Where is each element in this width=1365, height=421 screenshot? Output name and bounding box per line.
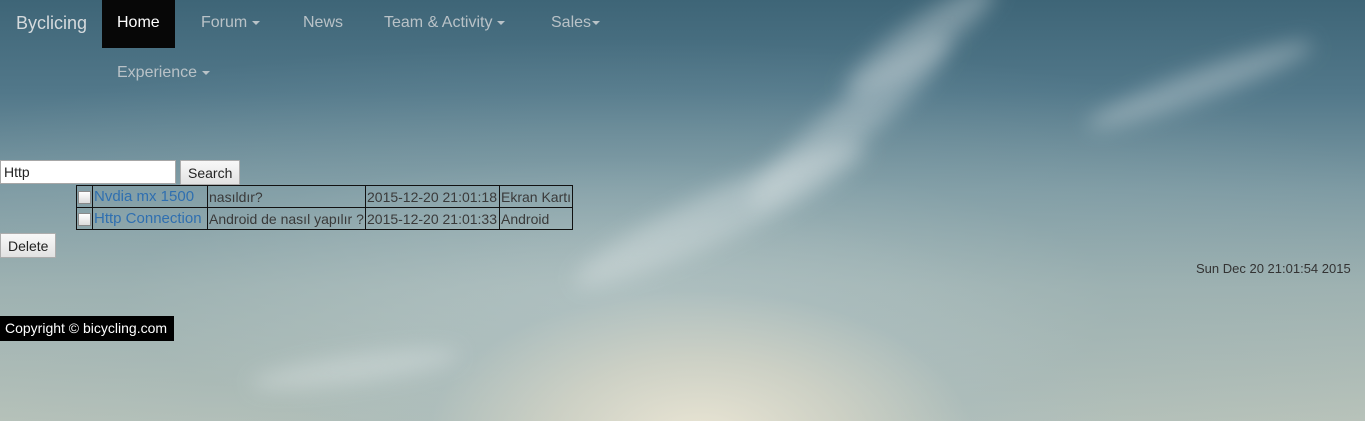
cloud-wisp xyxy=(1082,29,1318,141)
row-checkbox[interactable] xyxy=(78,191,91,205)
post-description: Android de nasıl yapılır ? xyxy=(207,207,366,230)
post-category: Ekran Kartı xyxy=(498,185,574,208)
post-title-link[interactable]: Nvdia mx 1500 xyxy=(94,188,194,205)
nav-news[interactable]: News xyxy=(303,0,343,48)
cloud-wisp xyxy=(735,21,965,224)
nav-news-label: News xyxy=(303,14,344,31)
nav-home-label: Home xyxy=(117,14,160,31)
post-category: Android xyxy=(498,207,574,230)
row-checkbox-cell xyxy=(76,185,93,208)
post-date: 2015-12-20 21:01:18 xyxy=(365,185,500,208)
nav-experience-label: Experience xyxy=(117,64,198,81)
nav-sales-label: Sales xyxy=(551,14,592,31)
chevron-down-icon xyxy=(592,20,601,25)
footer-copyright: Copyright © bicycling.com xyxy=(0,316,174,341)
brand-link[interactable]: Byclicing xyxy=(0,0,102,48)
chevron-down-icon xyxy=(252,20,261,25)
nav-home[interactable]: Home xyxy=(102,0,175,48)
table-row: Nvdia mx 1500 nasıldır? 2015-12-20 21:01… xyxy=(76,185,574,208)
search-button[interactable]: Search xyxy=(180,160,241,185)
post-title-link[interactable]: Http Connection xyxy=(94,210,202,227)
post-title-cell: Nvdia mx 1500 xyxy=(92,185,208,208)
posts-table: Nvdia mx 1500 nasıldır? 2015-12-20 21:01… xyxy=(76,185,574,230)
table-row: Http Connection Android de nasıl yapılır… xyxy=(76,207,574,230)
delete-button[interactable]: Delete xyxy=(0,233,57,258)
row-checkbox[interactable] xyxy=(78,213,91,227)
nav-team-activity-label: Team & Activity xyxy=(384,14,493,31)
post-description: nasıldır? xyxy=(207,185,366,208)
chevron-down-icon xyxy=(202,70,211,75)
nav-sales[interactable]: Sales xyxy=(551,0,601,48)
cloud-wisp xyxy=(564,124,876,306)
nav-team-activity[interactable]: Team & Activity xyxy=(384,0,506,48)
post-title-cell: Http Connection xyxy=(92,207,208,230)
search-input[interactable] xyxy=(0,160,176,184)
nav-forum[interactable]: Forum xyxy=(201,0,261,48)
chevron-down-icon xyxy=(497,20,506,25)
cloud-wisp xyxy=(834,0,1006,109)
row-checkbox-cell xyxy=(76,207,93,230)
post-date: 2015-12-20 21:01:33 xyxy=(365,207,500,230)
cloud-wisp xyxy=(249,340,461,398)
current-datetime: Sun Dec 20 21:01:54 2015 xyxy=(1196,261,1351,276)
nav-experience[interactable]: Experience xyxy=(117,50,211,98)
nav-forum-label: Forum xyxy=(201,14,248,31)
top-navbar: Byclicing Home Forum News Team & Activit… xyxy=(0,0,620,100)
